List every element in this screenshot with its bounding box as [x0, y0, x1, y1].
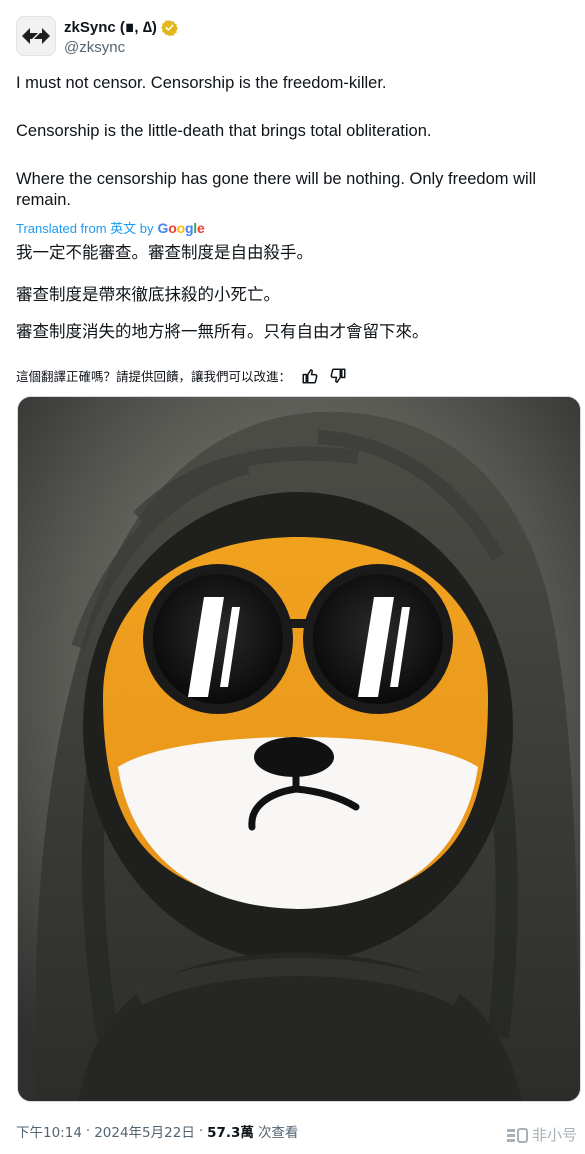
tweet-meta: 下午10:14 · 2024年5月22日 · 57.3萬 次查看	[16, 1121, 298, 1141]
zksync-logo-icon	[22, 28, 50, 44]
translated-paragraph-2: 審查制度是帶來徹底抹殺的小死亡。	[16, 285, 280, 304]
tweet-paragraph-1: I must not censor. Censorship is the fre…	[16, 74, 387, 92]
meta-separator-2: ·	[198, 1123, 204, 1139]
meta-separator: ·	[85, 1123, 91, 1139]
thumbs-down-icon[interactable]	[329, 367, 347, 385]
author-block[interactable]: zkSync (∎, ∆) @zksync	[64, 18, 178, 57]
google-logo: Google	[157, 219, 205, 236]
watermark-logo-icon	[506, 1127, 528, 1143]
watermark: 非小号	[506, 1124, 577, 1145]
thumbs-up-icon[interactable]	[301, 367, 319, 385]
translation-feedback: 這個翻譯正確嗎？請提供回饋，讓我們可以改進：	[16, 366, 347, 385]
views-count: 57.3萬	[207, 1125, 254, 1141]
watermark-text: 非小号	[531, 1126, 577, 1144]
feedback-prompt: 這個翻譯正確嗎？請提供回饋，讓我們可以改進：	[16, 369, 292, 384]
translated-paragraph-1: 我一定不能審查。審查制度是自由殺手。	[16, 243, 313, 262]
tweet-photo[interactable]	[17, 396, 581, 1102]
tweet-paragraph-3: Where the censorship has gone there will…	[16, 170, 537, 209]
author-display-name[interactable]: zkSync (∎, ∆)	[64, 18, 157, 37]
tweet-paragraph-2: Censorship is the little-death that brin…	[16, 122, 432, 140]
translated-paragraph-3: 審查制度消失的地方將一無所有。只有自由才會留下來。	[16, 322, 429, 341]
translated-label: Translated from 英文 by	[16, 221, 154, 236]
translated-from-link[interactable]: Translated from 英文 by Google	[16, 218, 205, 237]
tweet-time[interactable]: 下午10:14	[16, 1121, 82, 1141]
views-label: 次查看	[257, 1125, 299, 1141]
tweet-header: zkSync (∎, ∆) @zksync	[16, 16, 576, 58]
hooded-shiba-mask-image	[18, 397, 580, 1101]
avatar[interactable]	[16, 16, 56, 56]
tweet-date[interactable]: 2024年5月22日	[94, 1121, 195, 1141]
verified-badge-icon	[160, 20, 178, 36]
author-handle[interactable]: @zksync	[64, 38, 178, 57]
